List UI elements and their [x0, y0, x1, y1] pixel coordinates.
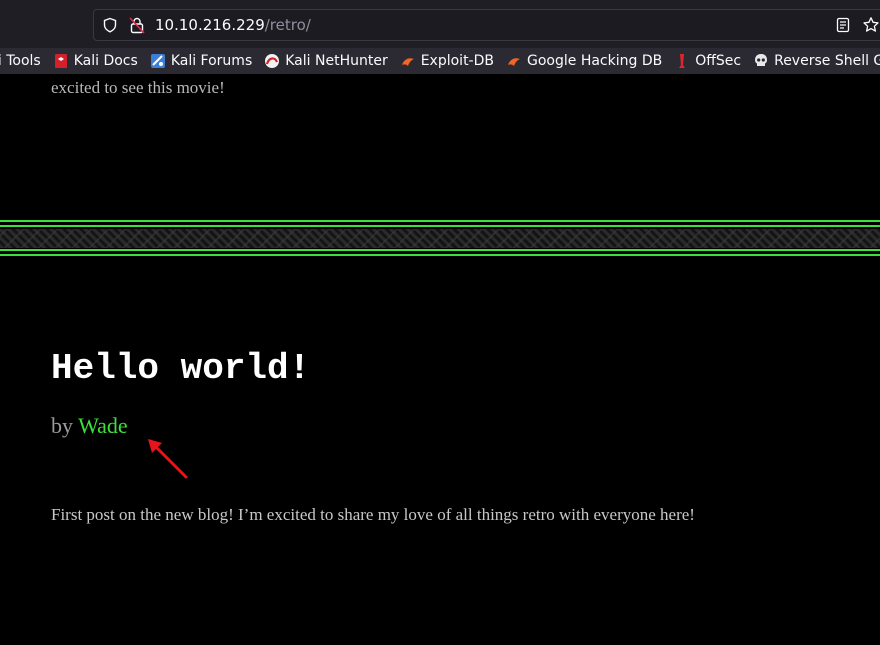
previous-post-excerpt: excited to see this movie!	[51, 78, 225, 97]
reader-view-icon[interactable]	[835, 17, 851, 33]
bookmark-kali-tools[interactable]: li Tools	[0, 53, 41, 69]
post-divider	[0, 220, 880, 256]
divider-line	[0, 225, 880, 227]
google-hacking-db-icon	[508, 58, 520, 66]
bookmark-label: Reverse Shell Genera	[774, 53, 880, 69]
url-path: /retro/	[264, 16, 311, 34]
bookmark-exploit-db[interactable]: Exploit-DB	[400, 53, 494, 69]
bookmark-label: OffSec	[695, 53, 742, 69]
kali-nethunter-icon	[265, 54, 280, 68]
byline-prefix: by	[51, 413, 73, 438]
shield-icon[interactable]	[102, 17, 118, 33]
page-content: excited to see this movie! Hello world! …	[0, 74, 880, 645]
divider-line	[0, 254, 880, 256]
author-link[interactable]: Wade	[78, 413, 128, 438]
post-title[interactable]: Hello world!	[51, 348, 310, 389]
bookmark-star-icon[interactable]	[862, 16, 880, 34]
bookmark-offsec[interactable]: OffSec	[674, 53, 741, 69]
url-text[interactable]: 10.10.216.229/retro/	[155, 16, 311, 34]
exploit-db-icon	[401, 58, 414, 66]
insecure-lock-icon[interactable]	[129, 16, 145, 34]
bookmark-label: Google Hacking DB	[527, 53, 663, 69]
divider-line	[0, 220, 880, 222]
bookmark-kali-forums[interactable]: Kali Forums	[150, 53, 252, 69]
bookmark-label: Kali NetHunter	[285, 53, 388, 69]
browser-toolbar: 10.10.216.229/retro/	[0, 0, 880, 48]
url-host: 10.10.216.229	[155, 16, 265, 34]
bookmark-label: Kali Docs	[73, 53, 138, 69]
post-byline: by Wade	[51, 413, 128, 439]
kali-docs-icon	[54, 54, 67, 68]
bookmark-kali-nethunter[interactable]: Kali NetHunter	[264, 53, 388, 69]
bookmarks-toolbar: li Tools Kali Docs Kali Forums Kali NetH…	[0, 48, 880, 74]
divider-pattern-overlay	[0, 229, 880, 248]
bookmark-label: Kali Forums	[170, 53, 253, 69]
skull-icon	[755, 54, 768, 66]
bookmark-reverse-shell-generator[interactable]: Reverse Shell Genera	[753, 53, 880, 69]
post-body: First post on the new blog! I’m excited …	[51, 505, 695, 524]
bookmark-label: Exploit-DB	[420, 53, 494, 69]
kali-forums-icon	[150, 54, 165, 68]
bookmark-google-hacking-db[interactable]: Google Hacking DB	[506, 53, 662, 69]
bookmark-label: li Tools	[0, 53, 41, 69]
annotation-arrow	[148, 439, 188, 479]
divider-line	[0, 249, 880, 251]
offsec-icon	[679, 54, 686, 68]
address-bar[interactable]: 10.10.216.229/retro/	[93, 9, 880, 41]
bookmark-kali-docs[interactable]: Kali Docs	[53, 53, 138, 69]
